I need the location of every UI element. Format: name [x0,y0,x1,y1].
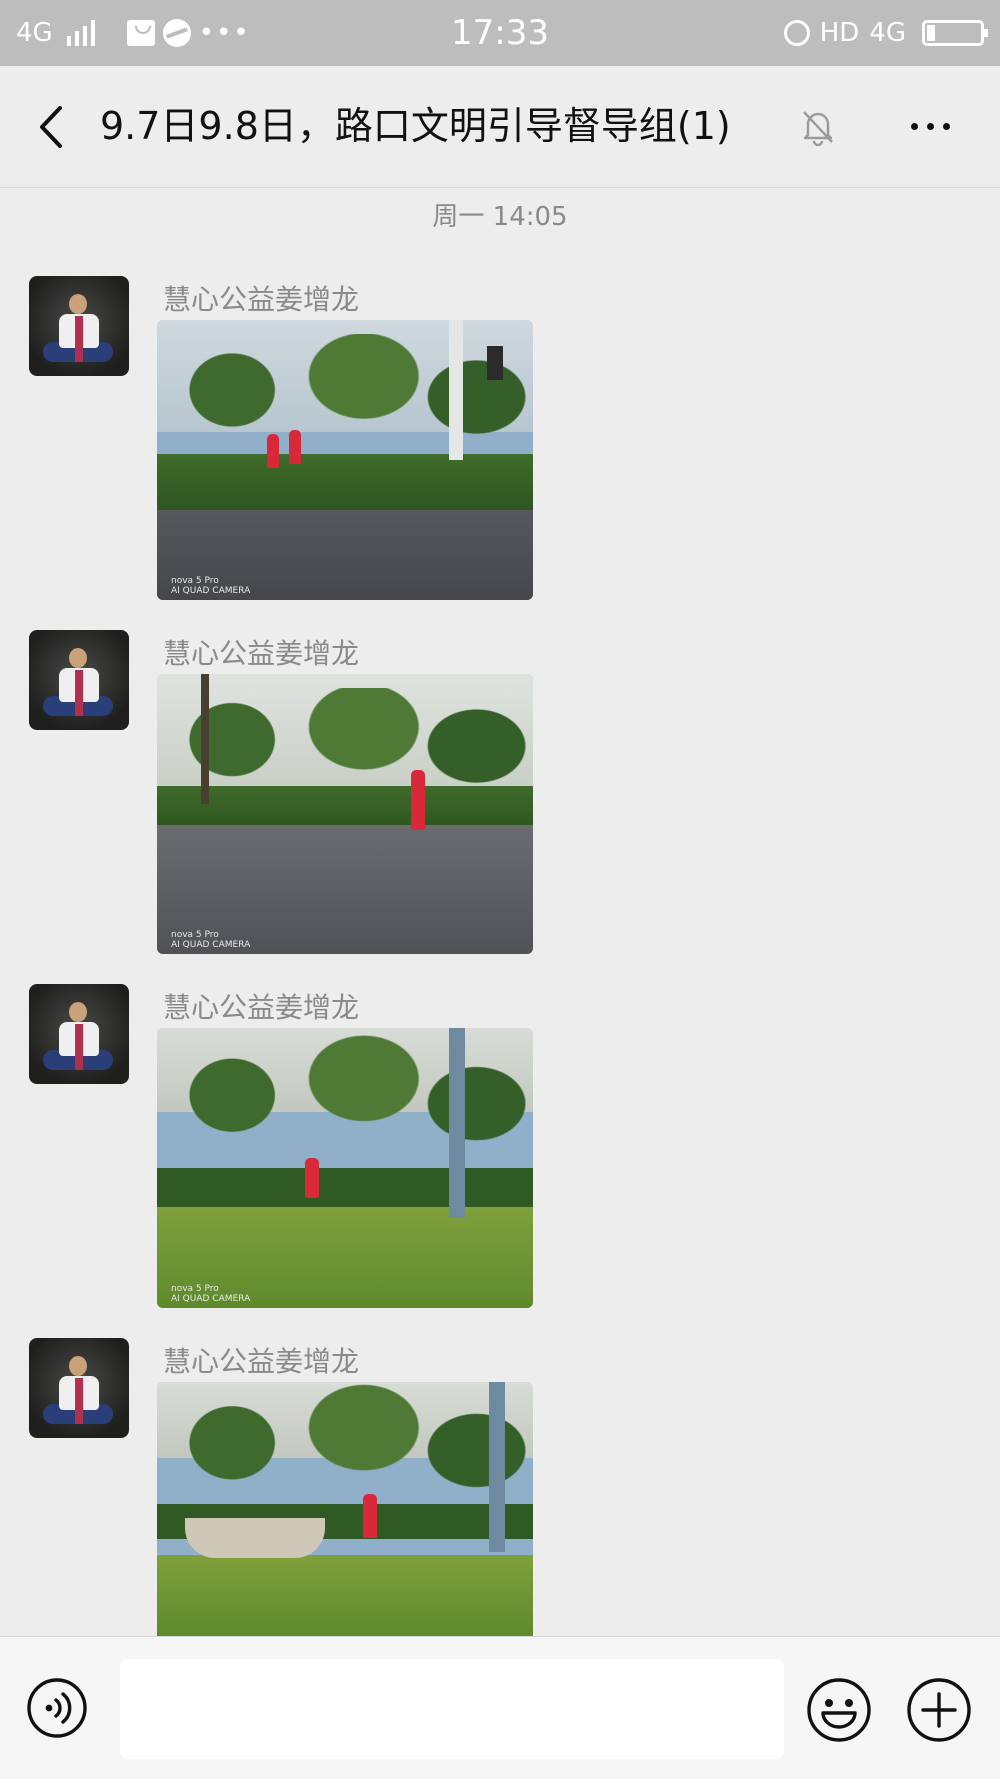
sender-name: 慧心公益姜增龙 [163,637,360,670]
avatar[interactable] [29,984,129,1084]
message-input[interactable] [120,1659,784,1759]
photo-watermark: nova 5 Pro AI QUAD CAMERA [171,1284,251,1304]
image-message[interactable]: nova 5 Pro AI QUAD CAMERA [157,674,533,954]
bell-off-icon [800,108,836,147]
chat-message: 慧心公益姜增龙 nova 5 Pro AI QUAD CAMERA [0,630,1000,954]
chat-message: 慧心公益姜增龙 nova 5 Pro AI QUAD CAMERA [0,984,1000,1308]
image-message[interactable] [157,1382,533,1636]
hd-label: HD [819,18,860,48]
chat-message: 慧心公益姜增龙 [0,1338,1000,1658]
emoji-button[interactable] [806,1677,872,1743]
avatar[interactable] [29,1338,129,1438]
sender-name: 慧心公益姜增龙 [163,991,360,1024]
more-dot [910,122,918,130]
network-type-right-label: 4G [869,18,906,48]
alarm-icon [783,20,810,46]
back-button[interactable] [30,102,74,152]
chat-header: 9.7日9.8日，路口文明引导督导组(1) [0,66,1000,188]
emoji-icon [807,1678,871,1742]
status-right: HD 4G [783,0,988,66]
sender-name: 慧心公益姜增龙 [163,283,360,316]
message-timestamp: 周一 14:05 [432,202,568,232]
avatar[interactable] [29,630,129,730]
photo-watermark: nova 5 Pro AI QUAD CAMERA [171,576,251,596]
plus-icon [907,1678,971,1742]
input-bar [0,1636,1000,1779]
chevron-left-icon [40,106,62,148]
image-message[interactable]: nova 5 Pro AI QUAD CAMERA [157,320,533,600]
voice-input-button[interactable] [26,1677,88,1739]
avatar[interactable] [29,276,129,376]
battery-icon [922,20,988,46]
chat-title: 9.7日9.8日，路口文明引导督导组(1) [100,104,731,148]
sender-name: 慧心公益姜增龙 [163,1345,360,1378]
status-bar: 4G ••• 17:33 HD 4G [0,0,1000,66]
image-message[interactable]: nova 5 Pro AI QUAD CAMERA [157,1028,533,1308]
more-functions-button[interactable] [906,1677,972,1743]
more-dot [926,122,934,130]
voice-icon [27,1678,87,1738]
more-dot [942,122,950,130]
more-options-button[interactable] [900,106,960,146]
photo-watermark: nova 5 Pro AI QUAD CAMERA [171,930,251,950]
chat-message: 慧心公益姜增龙 nova 5 Pro AI QUAD CAMERA [0,276,1000,600]
